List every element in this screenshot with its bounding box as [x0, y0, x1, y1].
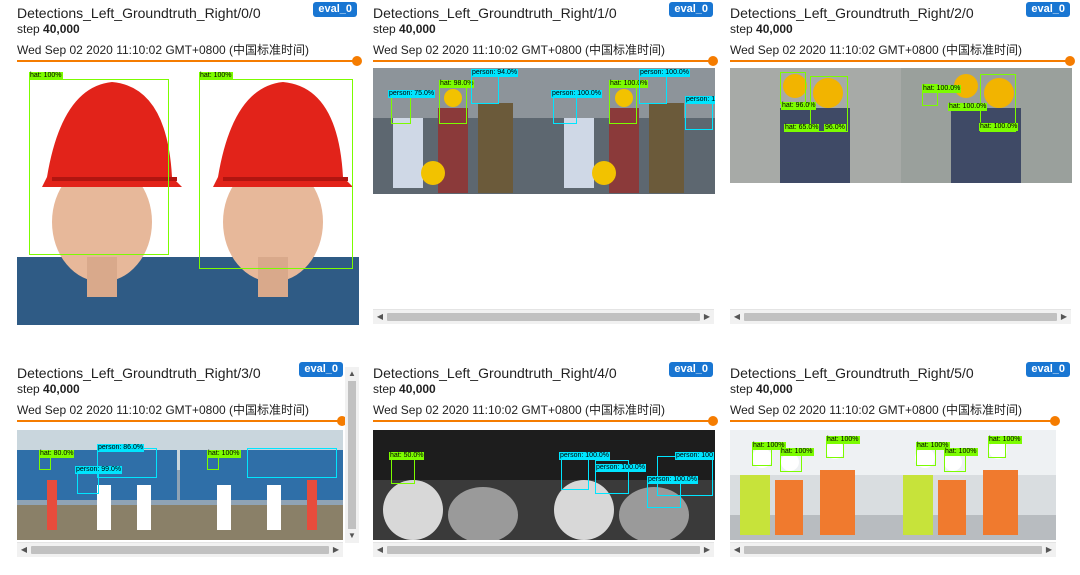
detection-label: 96.0% [824, 124, 846, 132]
detection-image-art [17, 430, 343, 540]
scroll-thumb[interactable] [744, 546, 1042, 554]
step-readout: step 40,000 [730, 22, 793, 36]
run-badge: eval_0 [299, 362, 343, 377]
slider-knob[interactable] [1050, 416, 1060, 426]
detection-label: hat: 100% [826, 436, 860, 444]
detection-image: hat: 50.0% person: 100.0% person: 100.0%… [373, 430, 715, 540]
detection-label: hat: 98.0% [439, 80, 475, 88]
timestamp: Wed Sep 02 2020 11:10:02 GMT+0800 (中国标准时… [17, 43, 310, 57]
slider-knob[interactable] [352, 56, 362, 66]
triangle-left-icon[interactable]: ◀ [373, 543, 387, 557]
step-readout: step 40,000 [373, 382, 436, 396]
step-readout: step 40,000 [17, 22, 80, 36]
timestamp: Wed Sep 02 2020 11:10:02 GMT+0800 (中国标准时… [730, 43, 1023, 57]
card-title: Detections_Left_Groundtruth_Right/4/0 [373, 365, 617, 381]
run-badge: eval_0 [669, 2, 713, 17]
detection-label: person: 86.0% [97, 444, 145, 452]
timestamp: Wed Sep 02 2020 11:10:02 GMT+0800 (中国标准时… [17, 403, 310, 417]
triangle-left-icon[interactable]: ◀ [373, 310, 387, 324]
step-readout: step 40,000 [373, 22, 436, 36]
detection-label: hat: 100% [944, 448, 978, 456]
detection-label: person: 94.0% [471, 69, 519, 77]
card-title: Detections_Left_Groundtruth_Right/0/0 [17, 5, 261, 21]
detection-image: hat: 96.0% hat: 65.0% 96.0% hat: 100.0% … [730, 68, 1072, 183]
triangle-right-icon[interactable]: ▶ [1057, 310, 1071, 324]
detection-label: person: 100.0% [639, 69, 691, 77]
detection-label: hat: 100.0% [922, 85, 962, 93]
run-badge: eval_0 [1026, 2, 1070, 17]
detection-label: person: 100.0% [647, 476, 699, 484]
step-slider[interactable] [17, 416, 347, 426]
detection-label: person: 100.0% [595, 464, 647, 472]
timestamp: Wed Sep 02 2020 11:10:02 GMT+0800 (中国标准时… [730, 403, 1023, 417]
detection-label: hat: 100% [29, 72, 63, 80]
triangle-left-icon[interactable]: ◀ [730, 310, 744, 324]
scroll-thumb[interactable] [348, 381, 356, 529]
detection-label: hat: 50.0% [389, 452, 425, 460]
detection-label: hat: 80.0% [39, 450, 75, 458]
detection-label: hat: 100% [207, 450, 241, 458]
run-badge: eval_0 [1026, 362, 1070, 377]
detection-label: person: 75.0% [388, 90, 436, 98]
run-badge: eval_0 [669, 362, 713, 377]
image-hscrollbar[interactable]: ◀ ▶ [730, 309, 1071, 324]
triangle-right-icon[interactable]: ▶ [700, 543, 714, 557]
step-slider[interactable] [373, 56, 718, 66]
card-title: Detections_Left_Groundtruth_Right/3/0 [17, 365, 261, 381]
detection-label: hat: 100.0% [948, 103, 988, 111]
detection-label: hat: 100% [988, 436, 1022, 444]
detection-image: hat: 100% hat: 100% [17, 67, 359, 325]
slider-knob[interactable] [1065, 56, 1075, 66]
step-slider[interactable] [730, 56, 1075, 66]
step-slider[interactable] [730, 416, 1060, 426]
detection-label: person: 100.0% [559, 452, 611, 460]
detection-label: person: 100 [685, 96, 715, 104]
detection-image: hat: 80.0% person: 86.0% person: 99.0% h… [17, 430, 343, 540]
triangle-right-icon[interactable]: ▶ [329, 543, 343, 557]
detection-label: person: 99.0% [75, 466, 123, 474]
image-hscrollbar[interactable]: ◀ ▶ [373, 542, 714, 557]
step-slider[interactable] [17, 56, 362, 66]
triangle-down-icon[interactable]: ▼ [345, 529, 359, 543]
timestamp: Wed Sep 02 2020 11:10:02 GMT+0800 (中国标准时… [373, 403, 666, 417]
triangle-right-icon[interactable]: ▶ [700, 310, 714, 324]
detection-image: hat: 100% hat: 100% hat: 100% hat: 100% … [730, 430, 1056, 540]
card-title: Detections_Left_Groundtruth_Right/5/0 [730, 365, 974, 381]
triangle-left-icon[interactable]: ◀ [730, 543, 744, 557]
timestamp: Wed Sep 02 2020 11:10:02 GMT+0800 (中国标准时… [373, 43, 666, 57]
scroll-thumb[interactable] [387, 313, 700, 321]
detection-image: person: 75.0% hat: 98.0% person: 94.0% p… [373, 68, 715, 194]
image-hscrollbar[interactable]: ◀ ▶ [17, 542, 343, 557]
card-title: Detections_Left_Groundtruth_Right/2/0 [730, 5, 974, 21]
step-slider[interactable] [373, 416, 718, 426]
triangle-up-icon[interactable]: ▲ [345, 367, 359, 381]
scroll-thumb[interactable] [387, 546, 700, 554]
triangle-left-icon[interactable]: ◀ [17, 543, 31, 557]
step-readout: step 40,000 [730, 382, 793, 396]
scroll-thumb[interactable] [31, 546, 329, 554]
detection-label: hat: 100.0% [979, 123, 1019, 131]
card-vscrollbar[interactable]: ▲ ▼ [345, 367, 359, 543]
detection-label: person: 100 [675, 452, 714, 460]
image-hscrollbar[interactable]: ◀ ▶ [730, 542, 1056, 557]
step-readout: step 40,000 [17, 382, 80, 396]
slider-knob[interactable] [708, 416, 718, 426]
scroll-thumb[interactable] [744, 313, 1057, 321]
card-title: Detections_Left_Groundtruth_Right/1/0 [373, 5, 617, 21]
image-hscrollbar[interactable]: ◀ ▶ [373, 309, 714, 324]
detection-label: person: 100.0% [551, 90, 603, 98]
slider-knob[interactable] [708, 56, 718, 66]
detection-label: hat: 100% [199, 72, 233, 80]
detection-label: hat: 65.0% [784, 124, 820, 132]
detection-label: hat: 100% [780, 448, 814, 456]
triangle-right-icon[interactable]: ▶ [1042, 543, 1056, 557]
run-badge: eval_0 [313, 2, 357, 17]
